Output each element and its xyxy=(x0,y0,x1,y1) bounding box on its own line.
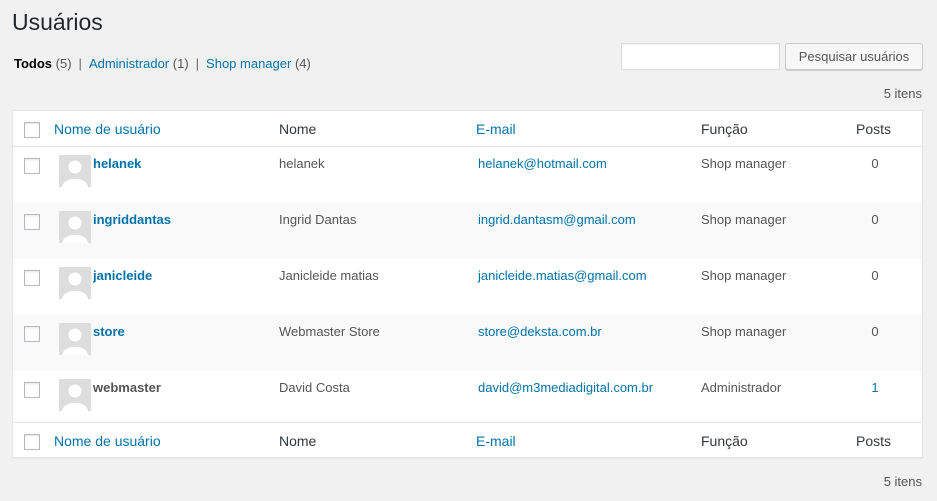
column-name: Nome xyxy=(279,121,317,137)
search-users-input[interactable] xyxy=(621,43,780,70)
filter-shop-manager-count: (4) xyxy=(294,56,311,71)
column-role-footer: Função xyxy=(701,433,748,449)
table-row: janicleide Janicleide matias janicleide.… xyxy=(13,259,922,315)
username-link[interactable]: ingriddantas xyxy=(93,212,171,227)
avatar xyxy=(59,379,91,411)
select-all-checkbox-footer[interactable] xyxy=(24,434,40,450)
table-row: ingriddantas Ingrid Dantas ingrid.dantas… xyxy=(13,203,922,259)
user-name: helanek xyxy=(279,156,325,171)
user-name: Webmaster Store xyxy=(279,324,380,339)
table-row: helanek helanek helanek@hotmail.com Shop… xyxy=(13,147,922,203)
column-name-footer: Nome xyxy=(279,433,317,449)
table-footer-row: Nome de usuário Nome E-mail Função Posts xyxy=(13,422,922,458)
user-name: Janicleide matias xyxy=(279,268,379,283)
column-username-sort[interactable]: Nome de usuário xyxy=(54,121,161,137)
filter-administrator-count: (1) xyxy=(172,56,189,71)
avatar xyxy=(59,211,91,243)
user-posts-count-link[interactable]: 1 xyxy=(868,380,882,395)
row-checkbox[interactable] xyxy=(24,270,40,286)
filter-all-label: Todos xyxy=(14,56,53,71)
user-email-link[interactable]: ingrid.dantasm@gmail.com xyxy=(478,212,636,227)
items-count-top: 5 itens xyxy=(883,86,922,101)
table-row: webmaster David Costa david@m3mediadigit… xyxy=(13,371,922,422)
user-email-link[interactable]: david@m3mediadigital.com.br xyxy=(478,380,653,395)
avatar xyxy=(59,323,91,355)
user-email-link[interactable]: store@deksta.com.br xyxy=(478,324,602,339)
user-role: Shop manager xyxy=(701,324,787,339)
row-checkbox[interactable] xyxy=(24,214,40,230)
column-email-sort[interactable]: E-mail xyxy=(476,121,516,137)
filter-separator: | xyxy=(195,56,200,71)
avatar xyxy=(59,267,91,299)
user-posts-count: 0 xyxy=(871,268,879,283)
user-name: Ingrid Dantas xyxy=(279,212,357,227)
row-checkbox[interactable] xyxy=(24,382,40,398)
row-checkbox[interactable] xyxy=(24,158,40,174)
filter-separator: | xyxy=(78,56,82,71)
select-all-checkbox[interactable] xyxy=(24,122,40,138)
row-checkbox[interactable] xyxy=(24,326,40,342)
filter-shop-manager-label: Shop manager xyxy=(206,56,292,71)
table-header-row: Nome de usuário Nome E-mail Função Posts xyxy=(13,111,922,147)
column-posts: Posts xyxy=(856,121,892,137)
filter-administrator[interactable]: Administrador (1) xyxy=(89,56,189,71)
column-role: Função xyxy=(701,121,748,137)
user-name: David Costa xyxy=(279,380,350,395)
avatar xyxy=(59,155,91,187)
column-username-sort-footer[interactable]: Nome de usuário xyxy=(54,433,161,449)
username-link[interactable]: janicleide xyxy=(93,268,152,283)
user-posts-count: 0 xyxy=(871,156,879,171)
user-posts-count: 0 xyxy=(871,324,879,339)
user-role: Shop manager xyxy=(701,268,787,283)
filter-shop-manager[interactable]: Shop manager (4) xyxy=(206,56,311,71)
user-email-link[interactable]: janicleide.matias@gmail.com xyxy=(478,268,647,283)
user-role: Shop manager xyxy=(701,212,787,227)
user-email-link[interactable]: helanek@hotmail.com xyxy=(478,156,607,171)
user-role: Shop manager xyxy=(701,156,787,171)
filter-all[interactable]: Todos (5) xyxy=(14,56,72,71)
username-link[interactable]: store xyxy=(93,324,125,339)
role-filter-links: Todos (5) | Administrador (1) | Shop manager… xyxy=(14,56,311,71)
search-users-button[interactable]: Pesquisar usuários xyxy=(785,43,923,70)
filter-administrator-label: Administrador xyxy=(88,56,170,71)
username-link[interactable]: helanek xyxy=(93,156,141,171)
column-email-sort-footer[interactable]: E-mail xyxy=(476,433,516,449)
column-posts-footer: Posts xyxy=(856,433,892,449)
page-title: Usuários xyxy=(12,9,103,35)
table-row: store Webmaster Store store@deksta.com.b… xyxy=(13,315,922,371)
username-current-user[interactable]: webmaster xyxy=(93,380,161,395)
user-role: Administrador xyxy=(701,380,782,395)
items-count-bottom: 5 itens xyxy=(883,474,922,489)
users-table: Nome de usuário Nome E-mail Função Posts… xyxy=(12,110,923,458)
user-posts-count: 0 xyxy=(871,212,879,227)
filter-all-count: (5) xyxy=(55,56,72,71)
